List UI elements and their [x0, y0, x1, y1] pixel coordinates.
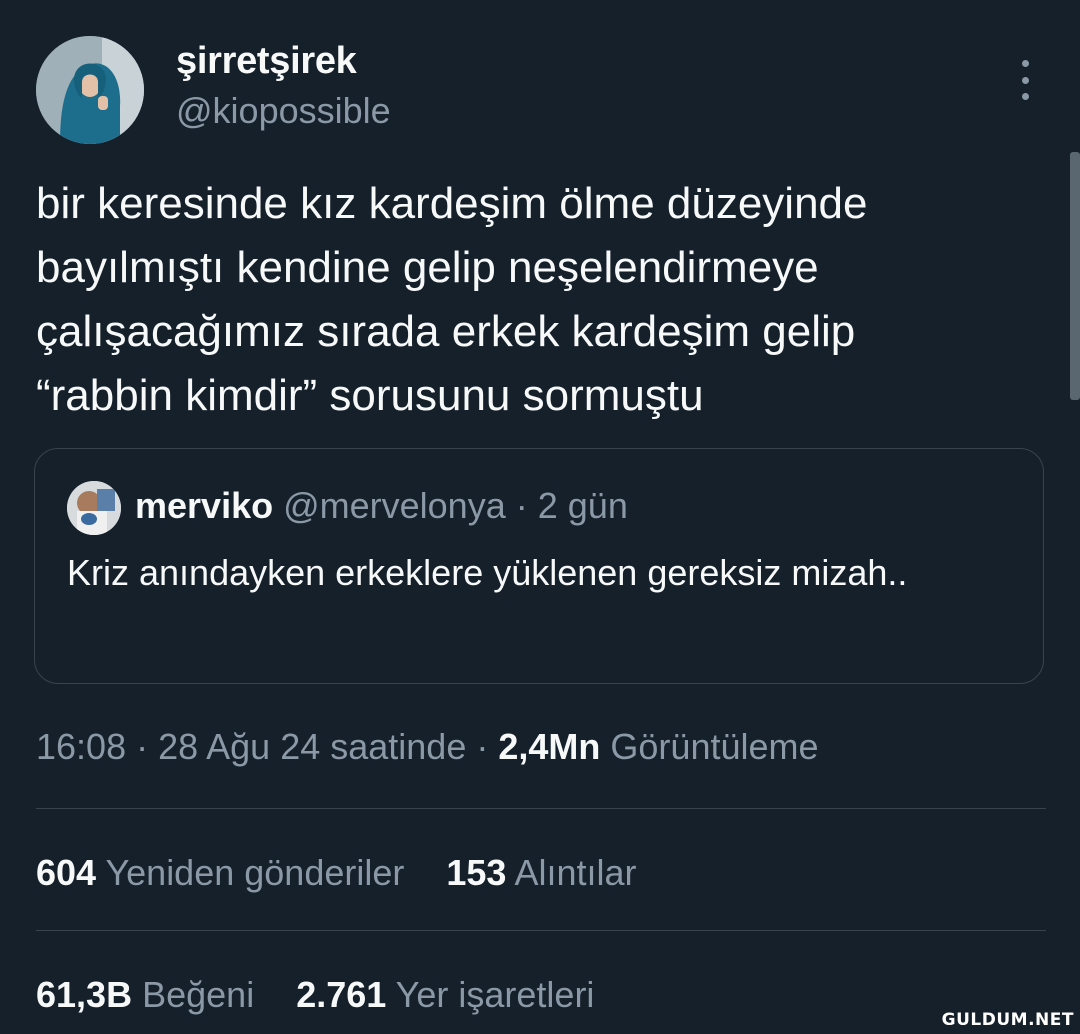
tweet-text: bir keresinde kız kardeşim ölme düzeyind…	[36, 179, 868, 420]
engagement-stats-row-1: 604 Yeniden gönderiler 153 Alıntılar	[36, 852, 669, 894]
quoted-author-avatar[interactable]	[67, 481, 121, 535]
quoted-avatar-image	[67, 481, 121, 535]
author-display-name[interactable]: şirretşirek	[176, 40, 357, 83]
more-vertical-icon[interactable]	[1010, 60, 1040, 100]
bookmarks-label: Yer işaretleri	[395, 974, 595, 1015]
quotes-label: Alıntılar	[514, 852, 637, 893]
author-avatar[interactable]	[36, 36, 144, 144]
quoted-tweet-card[interactable]: merviko @mervelonya · 2 gün Kriz anınday…	[34, 448, 1044, 684]
quoted-author-name[interactable]: merviko	[135, 485, 273, 526]
views-label: Görüntüleme	[610, 726, 819, 767]
author-handle[interactable]: @kiopossible	[176, 90, 391, 132]
quoted-timestamp[interactable]: 2 gün	[538, 485, 628, 526]
bookmarks-stat[interactable]: 2.761 Yer işaretleri	[296, 974, 594, 1015]
retweets-count: 604	[36, 852, 97, 893]
retweets-stat[interactable]: 604 Yeniden gönderiler	[36, 852, 414, 893]
quotes-stat[interactable]: 153 Alıntılar	[446, 852, 636, 893]
divider	[36, 808, 1046, 809]
tweet-meta: 16:08 · 28 Ağu 24 saatinde · 2,4Mn Görün…	[36, 726, 819, 768]
site-watermark: GULDUM.NET	[941, 1010, 1074, 1030]
quoted-separator: ·	[515, 485, 528, 526]
tweet-timestamp[interactable]: 16:08 · 28 Ağu 24 saatinde ·	[36, 726, 488, 767]
views-count: 2,4Mn	[498, 726, 601, 767]
likes-label: Beğeni	[142, 974, 255, 1015]
more-dot	[1021, 60, 1029, 67]
quoted-tweet-text: Kriz anındayken erkeklere yüklenen gerek…	[67, 552, 908, 593]
divider	[36, 930, 1046, 931]
author-avatar-image	[36, 36, 144, 144]
bookmarks-count: 2.761	[296, 974, 387, 1015]
likes-stat[interactable]: 61,3B Beğeni	[36, 974, 264, 1015]
quoted-author-handle[interactable]: @mervelonya	[283, 485, 506, 526]
quoted-tweet-header: merviko @mervelonya · 2 gün	[135, 485, 628, 527]
retweets-label: Yeniden gönderiler	[105, 852, 405, 893]
scrollbar[interactable]	[1070, 152, 1080, 400]
engagement-stats-row-2: 61,3B Beğeni 2.761 Yer işaretleri	[36, 974, 626, 1016]
more-dot	[1021, 93, 1029, 100]
more-dot	[1021, 76, 1029, 84]
likes-count: 61,3B	[36, 974, 133, 1015]
quotes-count: 153	[446, 852, 507, 893]
